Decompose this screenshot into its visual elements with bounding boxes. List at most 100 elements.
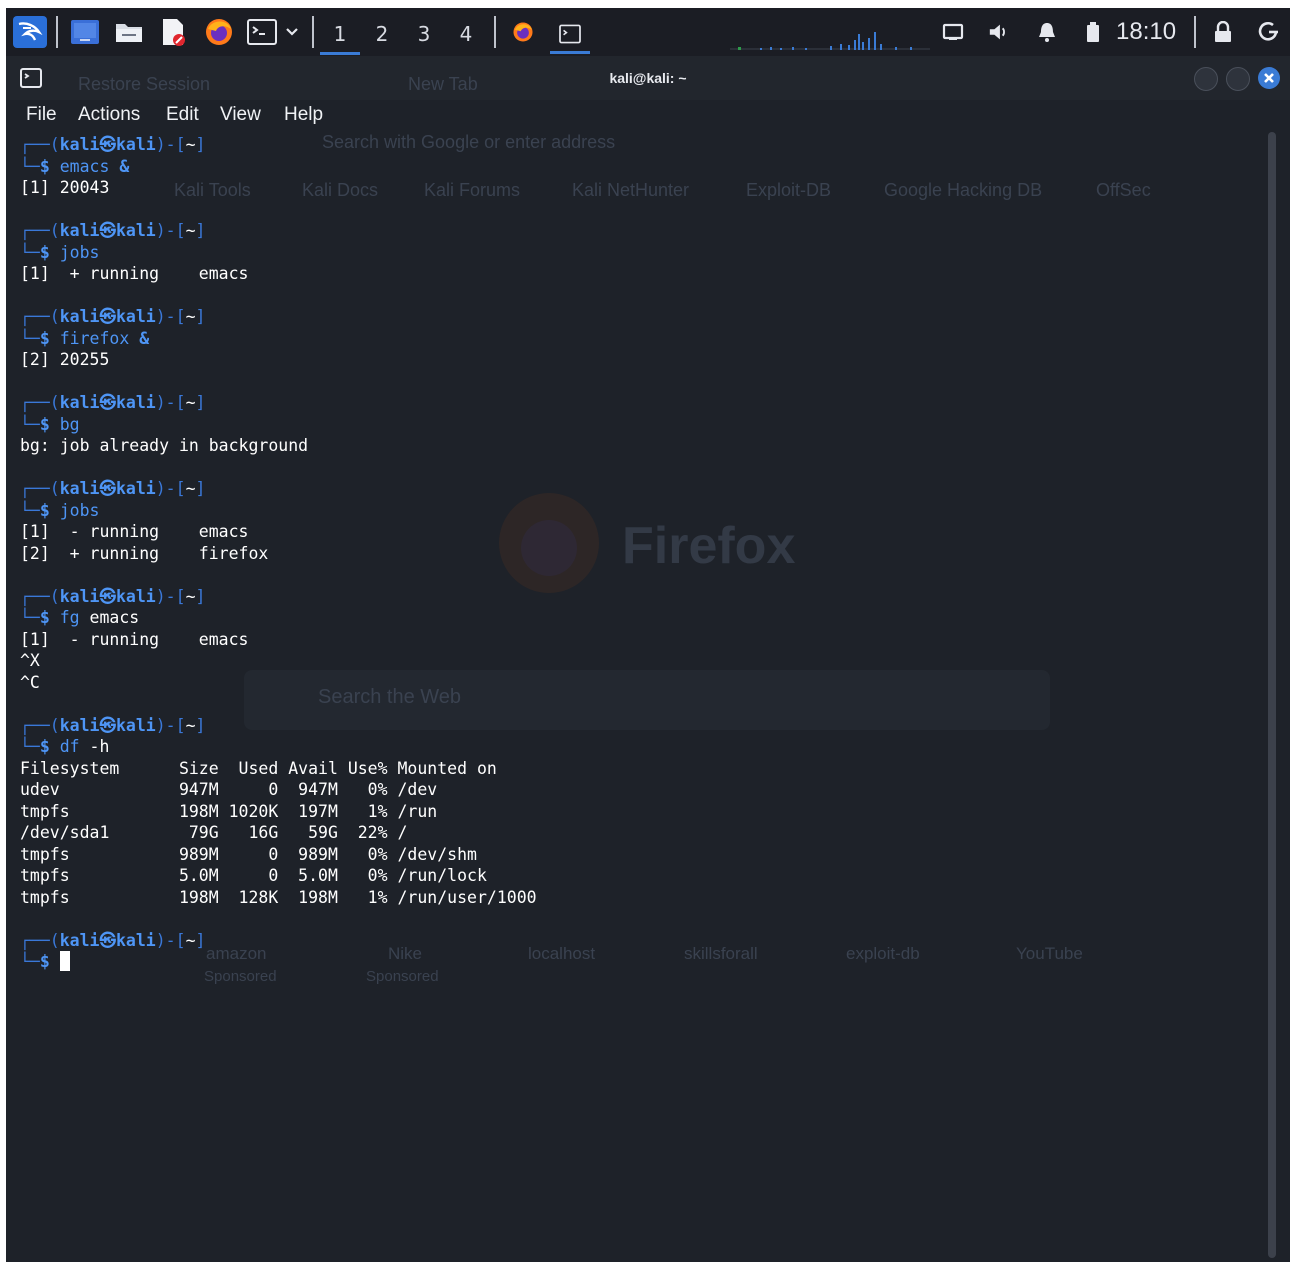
prompt-dir: ~ (185, 221, 196, 240)
command-line: └─$ bg (20, 414, 1260, 436)
prompt-bracket: └─ (20, 328, 40, 348)
prompt-bracket: ┌──( (20, 307, 60, 326)
command-line: └─$ fg emacs (20, 607, 1260, 629)
output-line: [1] - running emacs (20, 629, 249, 649)
prompt-host: kali (116, 135, 156, 154)
output-line: bg: job already in background (20, 436, 309, 455)
prompt-user: kali (59, 715, 100, 735)
maximize-button[interactable] (1226, 67, 1250, 91)
command-args: -h (79, 737, 110, 756)
command-name: jobs (59, 242, 100, 262)
menu-file[interactable]: File (26, 100, 57, 130)
menu-edit[interactable]: Edit (166, 100, 199, 130)
prompt-dir: ~ (185, 586, 196, 606)
prompt-bracket: ┌──( (20, 715, 60, 735)
prompt-dir: ~ (185, 479, 196, 498)
command-line: └─$ df -h (20, 736, 1260, 758)
close-button[interactable] (1258, 67, 1280, 89)
prompt-user: kali (59, 393, 100, 412)
ghost-tab-restore: Restore Session (78, 74, 211, 94)
output-line: [2] + running firefox (20, 543, 269, 563)
prompt-at: ㉿ (99, 479, 117, 498)
prompt-at: ㉿ (99, 135, 117, 154)
prompt-bracket: )-[ (155, 393, 186, 412)
output-line: ^X (20, 651, 40, 670)
prompt-user: kali (59, 135, 100, 154)
chevron-down-icon[interactable] (282, 16, 302, 48)
terminal-icon[interactable] (246, 16, 278, 48)
prompt-dir: ~ (185, 135, 196, 154)
taskbar-separator (494, 16, 496, 48)
workspace-1[interactable]: 1 (320, 16, 360, 55)
desktop-icon[interactable] (68, 16, 102, 48)
battery-icon (1082, 20, 1104, 44)
prompt-line: ┌──(kali㉿kali)-[~] (20, 220, 1260, 242)
command-name: bg (59, 414, 80, 434)
command-args: & (129, 328, 150, 348)
prompt-host: kali (116, 586, 156, 606)
prompt-user: kali (59, 479, 100, 498)
prompt-bracket: ┌──( (20, 135, 60, 154)
prompt-bracket: )-[ (155, 586, 186, 606)
output-line: tmpfs 198M 128K 198M 1% /run/user/1000 (20, 887, 537, 907)
output-line: tmpfs 989M 0 989M 0% /dev/shm (20, 844, 477, 864)
prompt-bracket: ┌──( (20, 221, 60, 240)
prompt-line: ┌──(kali㉿kali)-[~] (20, 478, 1260, 500)
prompt-at: ㉿ (99, 586, 117, 606)
menu-bar: File Actions Edit View Help (6, 100, 1290, 130)
network-icon[interactable] (942, 20, 964, 44)
prompt-bracket: )-[ (155, 479, 186, 498)
workspace-4[interactable]: 4 (446, 16, 486, 52)
prompt-bracket: └─ (20, 608, 40, 627)
prompt-bracket: )-[ (155, 135, 186, 154)
prompt-bracket: └─ (20, 500, 40, 520)
firefox-task-icon[interactable] (506, 16, 540, 48)
prompt-at: ㉿ (99, 715, 117, 735)
command-line: └─$ firefox & (20, 328, 1260, 350)
workspace-3[interactable]: 3 (404, 16, 444, 52)
file-manager-icon[interactable] (112, 16, 146, 48)
output-line: [2] 20255 (20, 350, 110, 369)
taskbar: 1 2 3 4 18:10 (6, 8, 1290, 56)
prompt-user: kali (59, 930, 100, 950)
minimize-button[interactable] (1194, 67, 1218, 91)
prompt-bracket: ] (195, 930, 206, 950)
prompt-at: ㉿ (99, 393, 117, 412)
network-graph (730, 22, 930, 52)
command-args: & (109, 156, 130, 176)
menu-view[interactable]: View (220, 100, 261, 130)
menu-actions[interactable]: Actions (78, 100, 140, 130)
prompt-dir: ~ (185, 307, 196, 326)
prompt-user: kali (59, 307, 100, 326)
prompt-line: ┌──(kali㉿kali)-[~] (20, 306, 1260, 328)
workspace-2[interactable]: 2 (362, 16, 402, 52)
prompt-at: ㉿ (99, 930, 117, 950)
prompt-dollar: $ (39, 242, 60, 262)
kali-menu-icon[interactable] (12, 16, 48, 48)
terminal-task-icon[interactable] (550, 16, 590, 54)
prompt-bracket: ] (195, 307, 206, 326)
output-line: tmpfs 198M 1020K 197M 1% /run (20, 801, 438, 821)
command-name: df (59, 737, 80, 756)
prompt-bracket: )-[ (155, 715, 186, 735)
prompt-bracket: ┌──( (20, 586, 60, 606)
prompt-dir: ~ (185, 930, 196, 950)
scrollbar[interactable] (1268, 132, 1276, 1258)
prompt-at: ㉿ (99, 307, 117, 326)
lock-icon[interactable] (1212, 20, 1234, 44)
notification-bell-icon[interactable] (1036, 20, 1058, 44)
output-line: [1] + running emacs (20, 264, 249, 283)
prompt-bracket: ] (195, 715, 206, 735)
text-editor-icon[interactable] (156, 16, 190, 48)
ghost-tab-newtab: New Tab (408, 74, 478, 94)
menu-help[interactable]: Help (284, 100, 323, 130)
output-line: udev 947M 0 947M 0% /dev (20, 780, 438, 799)
volume-icon[interactable] (988, 20, 1010, 44)
terminal-output[interactable]: ┌──(kali㉿kali)-[~] └─$ emacs & [1] 20043 ┌─… (20, 134, 1260, 1254)
firefox-icon[interactable] (202, 16, 236, 48)
clock[interactable]: 18:10 (1116, 16, 1176, 48)
power-icon[interactable] (1258, 20, 1280, 44)
prompt-bracket: └─ (20, 156, 40, 176)
